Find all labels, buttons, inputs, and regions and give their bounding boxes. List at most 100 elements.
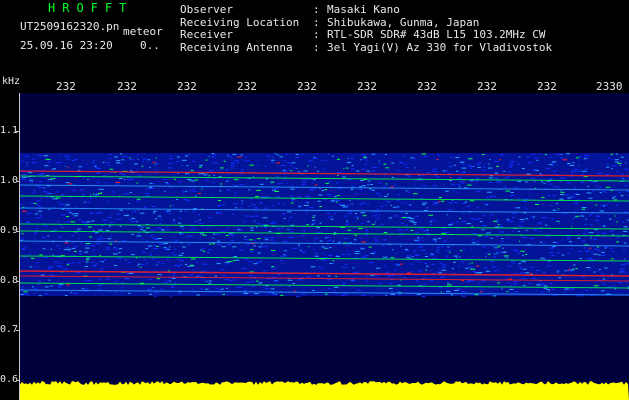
noise-speck bbox=[454, 290, 459, 291]
noise-speck bbox=[57, 202, 61, 204]
noise-speck bbox=[198, 173, 201, 175]
noise-speck bbox=[366, 276, 369, 278]
noise-speck bbox=[553, 170, 557, 172]
noise-speck bbox=[301, 181, 306, 183]
noise-speck bbox=[478, 162, 482, 164]
noise-speck bbox=[521, 168, 525, 170]
noise-speck bbox=[47, 235, 50, 237]
noise-speck bbox=[466, 223, 471, 225]
separator: : bbox=[313, 28, 320, 41]
noise-speck bbox=[288, 163, 293, 165]
noise-speck bbox=[477, 166, 481, 168]
noise-speck bbox=[337, 188, 341, 190]
count-label: 0.. bbox=[140, 39, 160, 52]
noise-speck bbox=[66, 247, 69, 248]
noise-speck bbox=[612, 198, 615, 200]
noise-speck bbox=[333, 286, 339, 288]
noise-speck bbox=[376, 192, 381, 194]
noise-speck bbox=[45, 286, 49, 288]
noise-speck bbox=[45, 192, 51, 194]
noise-speck bbox=[251, 204, 256, 206]
noise-speck bbox=[411, 221, 417, 223]
noise-speck bbox=[212, 237, 214, 239]
noise-speck bbox=[364, 164, 367, 166]
noise-speck bbox=[444, 228, 447, 229]
noise-speck bbox=[302, 252, 306, 253]
noise-speck bbox=[517, 252, 520, 254]
noise-speck bbox=[201, 188, 203, 190]
noise-speck bbox=[482, 169, 487, 171]
noise-speck bbox=[558, 277, 562, 279]
noise-speck bbox=[48, 209, 50, 211]
noise-speck bbox=[58, 248, 61, 250]
noise-speck bbox=[448, 202, 453, 204]
noise-speck bbox=[161, 228, 164, 230]
noise-speck bbox=[415, 232, 419, 234]
noise-speck bbox=[39, 254, 43, 256]
noise-speck bbox=[21, 248, 25, 250]
noise-speck bbox=[276, 196, 281, 198]
noise-speck bbox=[90, 194, 92, 196]
noise-speck bbox=[507, 282, 511, 284]
noise-speck bbox=[53, 229, 57, 231]
noise-speck bbox=[182, 228, 185, 230]
noise-speck bbox=[203, 174, 208, 176]
noise-speck bbox=[122, 155, 127, 157]
noise-speck bbox=[447, 282, 450, 284]
noise-speck bbox=[239, 229, 243, 231]
noise-speck bbox=[347, 213, 352, 214]
noise-speck bbox=[202, 270, 207, 272]
noise-speck bbox=[405, 229, 408, 231]
noise-speck bbox=[31, 287, 36, 289]
noise-speck bbox=[509, 165, 513, 166]
noise-speck bbox=[470, 249, 472, 251]
noise-speck bbox=[220, 288, 224, 290]
noise-speck bbox=[406, 166, 409, 168]
noise-speck bbox=[117, 257, 122, 259]
noise-speck bbox=[173, 219, 176, 221]
noise-speck bbox=[235, 259, 240, 261]
noise-speck bbox=[525, 181, 528, 183]
noise-speck bbox=[38, 173, 42, 175]
noise-speck bbox=[354, 253, 360, 255]
noise-speck bbox=[166, 210, 171, 212]
noise-speck bbox=[270, 237, 275, 239]
noise-speck bbox=[305, 211, 308, 213]
noise-speck bbox=[52, 198, 58, 200]
noise-speck bbox=[399, 212, 403, 214]
noise-speck bbox=[248, 206, 250, 207]
noise-speck bbox=[314, 241, 316, 243]
noise-speck bbox=[232, 279, 236, 281]
noise-speck bbox=[517, 163, 521, 165]
noise-speck bbox=[187, 153, 190, 155]
noise-speck bbox=[590, 181, 595, 183]
noise-speck bbox=[584, 223, 587, 225]
noise-speck bbox=[496, 235, 499, 237]
noise-speck bbox=[526, 173, 531, 175]
noise-speck bbox=[344, 215, 348, 217]
noise-speck bbox=[624, 168, 629, 170]
noise-speck bbox=[280, 165, 286, 166]
noise-speck bbox=[560, 277, 562, 279]
noise-speck bbox=[233, 203, 238, 205]
noise-speck bbox=[113, 247, 117, 249]
noise-speck bbox=[586, 267, 591, 268]
noise-speck bbox=[287, 228, 292, 230]
noise-speck bbox=[298, 171, 300, 173]
noise-speck bbox=[254, 293, 259, 295]
noise-speck bbox=[321, 246, 325, 248]
noise-speck bbox=[579, 258, 582, 259]
noise-speck bbox=[588, 269, 591, 271]
noise-speck bbox=[90, 212, 94, 214]
noise-speck bbox=[325, 237, 327, 239]
noise-speck bbox=[571, 226, 572, 228]
noise-speck bbox=[58, 285, 63, 287]
noise-speck bbox=[63, 249, 68, 251]
noise-speck bbox=[183, 198, 188, 200]
noise-speck bbox=[604, 247, 607, 249]
noise-speck bbox=[392, 206, 396, 208]
noise-speck bbox=[159, 243, 164, 245]
noise-speck bbox=[596, 249, 601, 251]
noise-speck bbox=[435, 221, 437, 222]
noise-speck bbox=[129, 159, 134, 161]
